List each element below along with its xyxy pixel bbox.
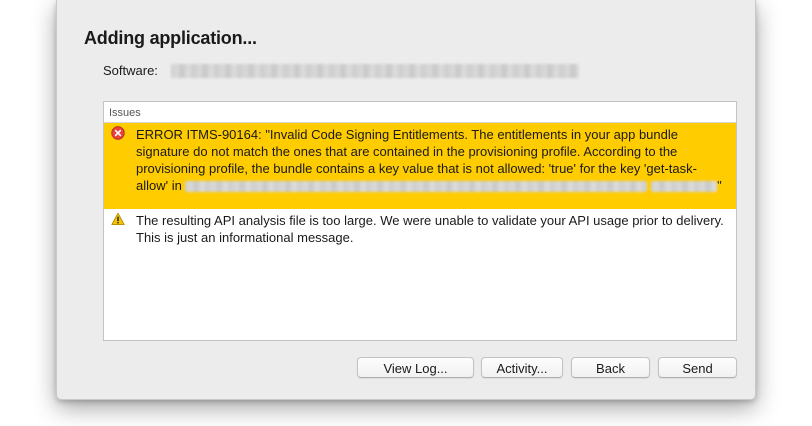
issue-error-closing-quote: "	[717, 178, 722, 193]
send-button[interactable]: Send	[658, 357, 737, 378]
software-label: Software:	[103, 63, 158, 78]
redacted-bundle-path-continued	[651, 181, 718, 193]
adding-application-dialog: Adding application... Software: Issues E…	[56, 0, 756, 400]
issues-table[interactable]: Issues ERROR ITMS-90164: "Invalid Code S…	[103, 101, 737, 341]
warning-icon	[111, 212, 125, 225]
software-value-redacted	[171, 64, 579, 78]
issues-column-header: Issues	[104, 102, 736, 123]
issue-row-error[interactable]: ERROR ITMS-90164: "Invalid Code Signing …	[104, 123, 736, 209]
dialog-title: Adding application...	[84, 28, 257, 48]
redacted-bundle-path	[185, 181, 648, 193]
error-icon	[111, 126, 125, 140]
issue-row-warning[interactable]: The resulting API analysis file is too l…	[104, 209, 736, 251]
view-log-button[interactable]: View Log...	[357, 357, 474, 378]
issue-warning-text: The resulting API analysis file is too l…	[136, 213, 724, 245]
activity-button[interactable]: Activity...	[481, 357, 563, 378]
back-button[interactable]: Back	[571, 357, 650, 378]
